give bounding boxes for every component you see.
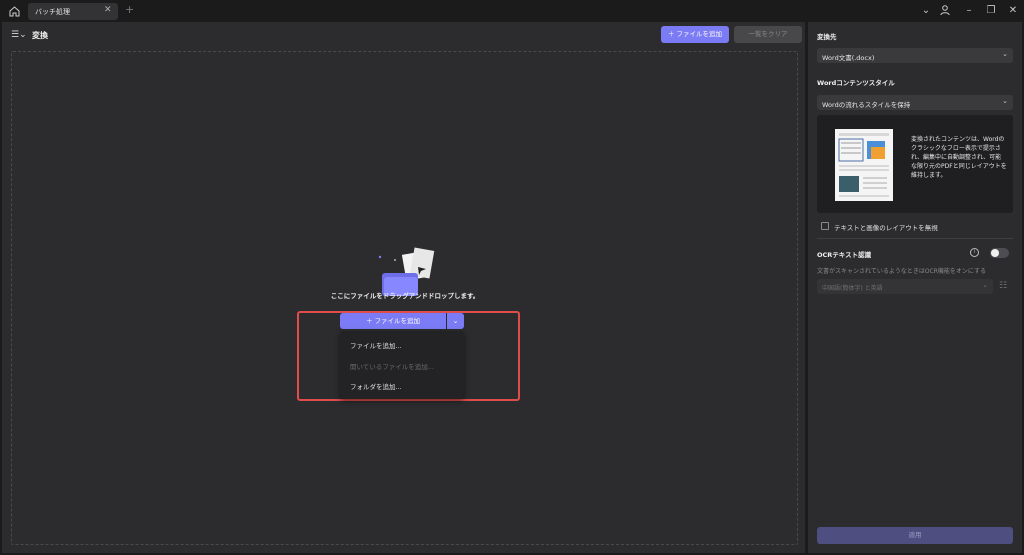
ocr-toggle[interactable] (990, 248, 1009, 258)
ocr-label: OCRテキスト認識 (817, 251, 872, 259)
window-close-icon[interactable]: ✕ (1006, 4, 1020, 18)
restore-icon[interactable]: ❐ (984, 4, 998, 18)
close-icon[interactable]: ✕ (104, 6, 112, 15)
style-preview: 変換されたコンテンツは、Wordのクラシックなフロー表示で提示され、編集中に自動… (817, 115, 1013, 213)
home-icon[interactable] (8, 5, 21, 18)
apply-button[interactable]: 適用 (817, 527, 1013, 544)
ignore-layout-checkbox[interactable] (821, 222, 829, 230)
menu-item-add-file[interactable]: ファイルを追加... (350, 340, 402, 350)
add-menu: ファイルを追加... 開いているファイルを追加... フォルダを追加... (340, 331, 464, 399)
divider (817, 238, 1013, 239)
document-preview-image (835, 129, 893, 201)
ocr-description: 文書がスキャンされているようなときはOCR機能をオンにする (817, 268, 986, 275)
style-description: 変換されたコンテンツは、Wordのクラシックなフロー表示で提示され、編集中に自動… (911, 136, 1007, 179)
target-label: 変換先 (817, 33, 837, 41)
tab-batch[interactable]: バッチ処理 ✕ (28, 3, 118, 20)
chevron-down-icon[interactable]: ⌄ (447, 313, 464, 329)
chevron-down-icon: ⌄ (1002, 97, 1008, 105)
page-title: 変換 (32, 31, 48, 40)
minimize-icon[interactable]: – (962, 4, 976, 18)
add-file-main-button[interactable]: ＋ ファイルを追加 (340, 313, 446, 329)
add-tab-icon[interactable]: + (125, 4, 134, 15)
menu-icon[interactable]: ☰⌄ (11, 30, 27, 40)
word-style-select[interactable]: Wordの流れるスタイルを保持 ⌄ (817, 95, 1013, 110)
user-icon[interactable] (938, 4, 952, 18)
tab-label: バッチ処理 (35, 8, 70, 16)
drop-hint: ここにファイルをドラッグアンドドロップします。 (330, 292, 480, 300)
info-icon[interactable]: i (970, 248, 979, 257)
add-file-split-button[interactable]: ＋ ファイルを追加 ⌄ (340, 313, 464, 329)
toggle-knob (991, 249, 999, 257)
chevron-down-icon: ⌄ (982, 281, 988, 289)
add-file-button[interactable]: ＋ ファイルを追加 (661, 26, 729, 43)
settings-panel: 変換先 Word文書(.docx) ⌄ Wordコンテンツスタイル Wordの流… (808, 22, 1022, 553)
title-bar: バッチ処理 ✕ + ⌄ – ❐ ✕ (0, 0, 1024, 22)
target-format-select[interactable]: Word文書(.docx) ⌄ (817, 48, 1013, 63)
menu-item-add-folder[interactable]: フォルダを追加... (350, 381, 402, 391)
settings-sliders-icon: ☷ (999, 281, 1008, 291)
chevron-down-icon[interactable]: ⌄ (919, 4, 933, 18)
ocr-language-select: 中国語(簡体字) と英語 ⌄ (817, 279, 993, 294)
style-label: Wordコンテンツスタイル (817, 79, 895, 87)
chevron-down-icon: ⌄ (1002, 50, 1008, 58)
clear-list-button[interactable]: 一覧をクリア (734, 26, 802, 43)
ignore-layout-label: テキストと画像のレイアウトを無視 (834, 224, 938, 232)
menu-item-add-open-files: 開いているファイルを追加... (350, 363, 435, 371)
